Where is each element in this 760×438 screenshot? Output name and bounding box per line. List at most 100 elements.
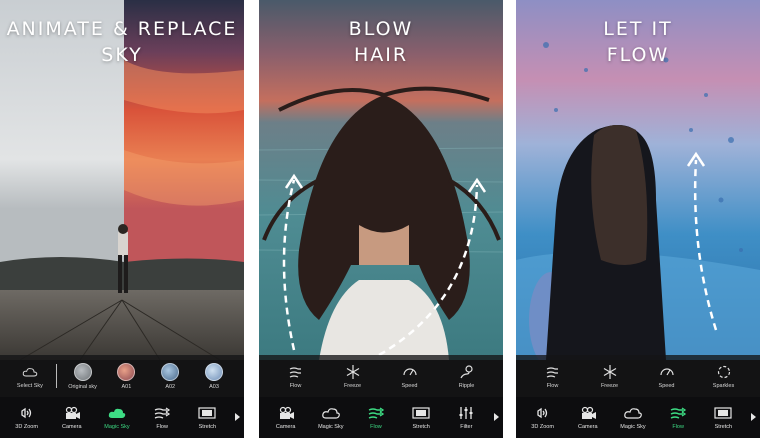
tool-filter[interactable]: Filter [447, 406, 485, 430]
option-label: Original sky [68, 383, 97, 390]
option-label: Select Sky [16, 382, 43, 389]
sky-thumbnail [161, 362, 180, 381]
stretch-icon [714, 406, 732, 419]
flow-icon [546, 366, 558, 378]
flow-options-bar: Flow Freeze Speed Sparkles [516, 355, 760, 397]
flow-icon [368, 406, 385, 419]
tool-camera[interactable]: Camera [53, 406, 91, 430]
camera-icon [65, 406, 80, 419]
option-speed[interactable]: Speed [647, 364, 687, 389]
snowflake-icon [603, 364, 616, 379]
tool-label: Camera [578, 423, 598, 430]
bottom-toolbar: 3D Zoom Camera Magic Sky Flow Stretch [0, 397, 244, 438]
option-flow[interactable]: Flow [276, 364, 316, 389]
more-tools-arrow-icon[interactable] [235, 413, 240, 421]
tool-label: Camera [275, 423, 296, 430]
headline-line-1: ANIMATE & REPLACE [6, 18, 238, 40]
zoom-3d-icon [20, 407, 31, 418]
ripple-icon [459, 364, 473, 378]
sky-options-bar: Select Sky Original sky A01 A02 A03 [0, 355, 244, 397]
tool-stretch[interactable]: Stretch [704, 406, 742, 430]
tool-flow[interactable]: Flow [357, 406, 395, 430]
camera-icon [581, 406, 596, 419]
feature-headline: BLOW HAIR [259, 16, 503, 68]
tool-camera[interactable]: Camera [267, 406, 305, 430]
more-tools-arrow-icon[interactable] [494, 413, 499, 421]
option-original-sky[interactable]: Original sky [63, 362, 103, 390]
tool-label: Magic Sky [620, 423, 646, 430]
tool-3d-zoom[interactable]: 3D Zoom [524, 406, 562, 430]
option-a02[interactable]: A02 [150, 362, 190, 390]
tool-stretch[interactable]: Stretch [402, 406, 440, 430]
screenshot-panel-flow: LET IT FLOW Flow Freeze Speed Sparkles 3… [516, 0, 760, 438]
option-sparkles[interactable]: Sparkles [704, 364, 744, 389]
tool-label: Stretch [412, 423, 430, 430]
tool-label: 3D Zoom [15, 423, 38, 430]
sky-thumbnail [117, 362, 136, 381]
flow-icon [289, 366, 301, 378]
magic-sky-icon [108, 408, 126, 418]
magic-sky-icon [321, 407, 340, 419]
sky-thumbnail [205, 362, 224, 381]
option-label: Freeze [600, 382, 619, 389]
speedometer-icon [659, 367, 674, 375]
option-label: Freeze [343, 382, 362, 389]
option-ripple[interactable]: Ripple [447, 364, 487, 389]
tool-magic-sky[interactable]: Magic Sky [614, 406, 652, 430]
option-label: Ripple [458, 382, 475, 389]
tool-label: Flow [156, 423, 168, 430]
headline-line-2: HAIR [353, 44, 409, 66]
tool-flow[interactable]: Flow [659, 406, 697, 430]
sky-thumbnail [73, 362, 92, 381]
headline-line-1: BLOW [348, 18, 414, 40]
tool-label: Camera [62, 423, 82, 430]
flow-options-bar: Flow Freeze Speed Ripple [259, 355, 503, 397]
option-label: Flow [289, 382, 302, 389]
zoom-3d-icon [536, 407, 547, 418]
bottom-toolbar: Camera Magic Sky Flow Stretch Filter [259, 397, 503, 438]
option-a03[interactable]: A03 [194, 362, 234, 390]
option-select-sky[interactable]: Select Sky [10, 364, 50, 389]
option-freeze[interactable]: Freeze [590, 364, 630, 389]
option-flow[interactable]: Flow [533, 364, 573, 389]
tool-label: 3D Zoom [531, 423, 554, 430]
headline-line-2: FLOW [606, 44, 670, 66]
flow-icon [670, 406, 687, 419]
more-tools-arrow-icon[interactable] [751, 413, 756, 421]
tool-label: Stretch [198, 423, 217, 430]
magic-sky-icon [624, 407, 642, 419]
tool-label: Magic Sky [104, 423, 130, 430]
cloud-icon [22, 367, 38, 376]
tool-magic-sky[interactable]: Magic Sky [98, 406, 136, 430]
option-a01[interactable]: A01 [106, 362, 146, 390]
tool-label: Flow [672, 423, 684, 430]
feature-headline: ANIMATE & REPLACE SKY [0, 16, 244, 68]
camera-icon [279, 406, 294, 419]
tool-camera[interactable]: Camera [569, 406, 607, 430]
option-label: A02 [165, 383, 176, 390]
option-freeze[interactable]: Freeze [333, 364, 373, 389]
option-label: Speed [401, 382, 418, 389]
headline-line-1: LET IT [603, 18, 673, 40]
tool-label: Stretch [714, 423, 733, 430]
option-speed[interactable]: Speed [390, 364, 430, 389]
option-label: A03 [209, 383, 219, 390]
headline-line-2: SKY [101, 44, 143, 66]
option-label: Flow [546, 382, 559, 389]
stretch-icon [412, 406, 430, 419]
filter-icon [459, 406, 473, 419]
tool-label: Magic Sky [318, 423, 344, 430]
tool-3d-zoom[interactable]: 3D Zoom [8, 406, 46, 430]
option-label: Speed [658, 382, 675, 389]
option-label: Sparkles [712, 382, 735, 389]
tool-magic-sky[interactable]: Magic Sky [312, 406, 350, 430]
tool-stretch[interactable]: Stretch [188, 406, 226, 430]
sparkles-icon [717, 365, 730, 378]
tool-flow[interactable]: Flow [143, 406, 181, 430]
option-label: A01 [121, 383, 132, 390]
screenshot-panel-hair: BLOW HAIR Flow Freeze Speed Ripple Camer… [259, 0, 503, 438]
stretch-icon [198, 406, 216, 419]
speedometer-icon [402, 367, 417, 375]
tool-label: Filter [460, 423, 473, 430]
screenshot-panel-sky: ANIMATE & REPLACE SKY Select Sky Origina… [0, 0, 244, 438]
